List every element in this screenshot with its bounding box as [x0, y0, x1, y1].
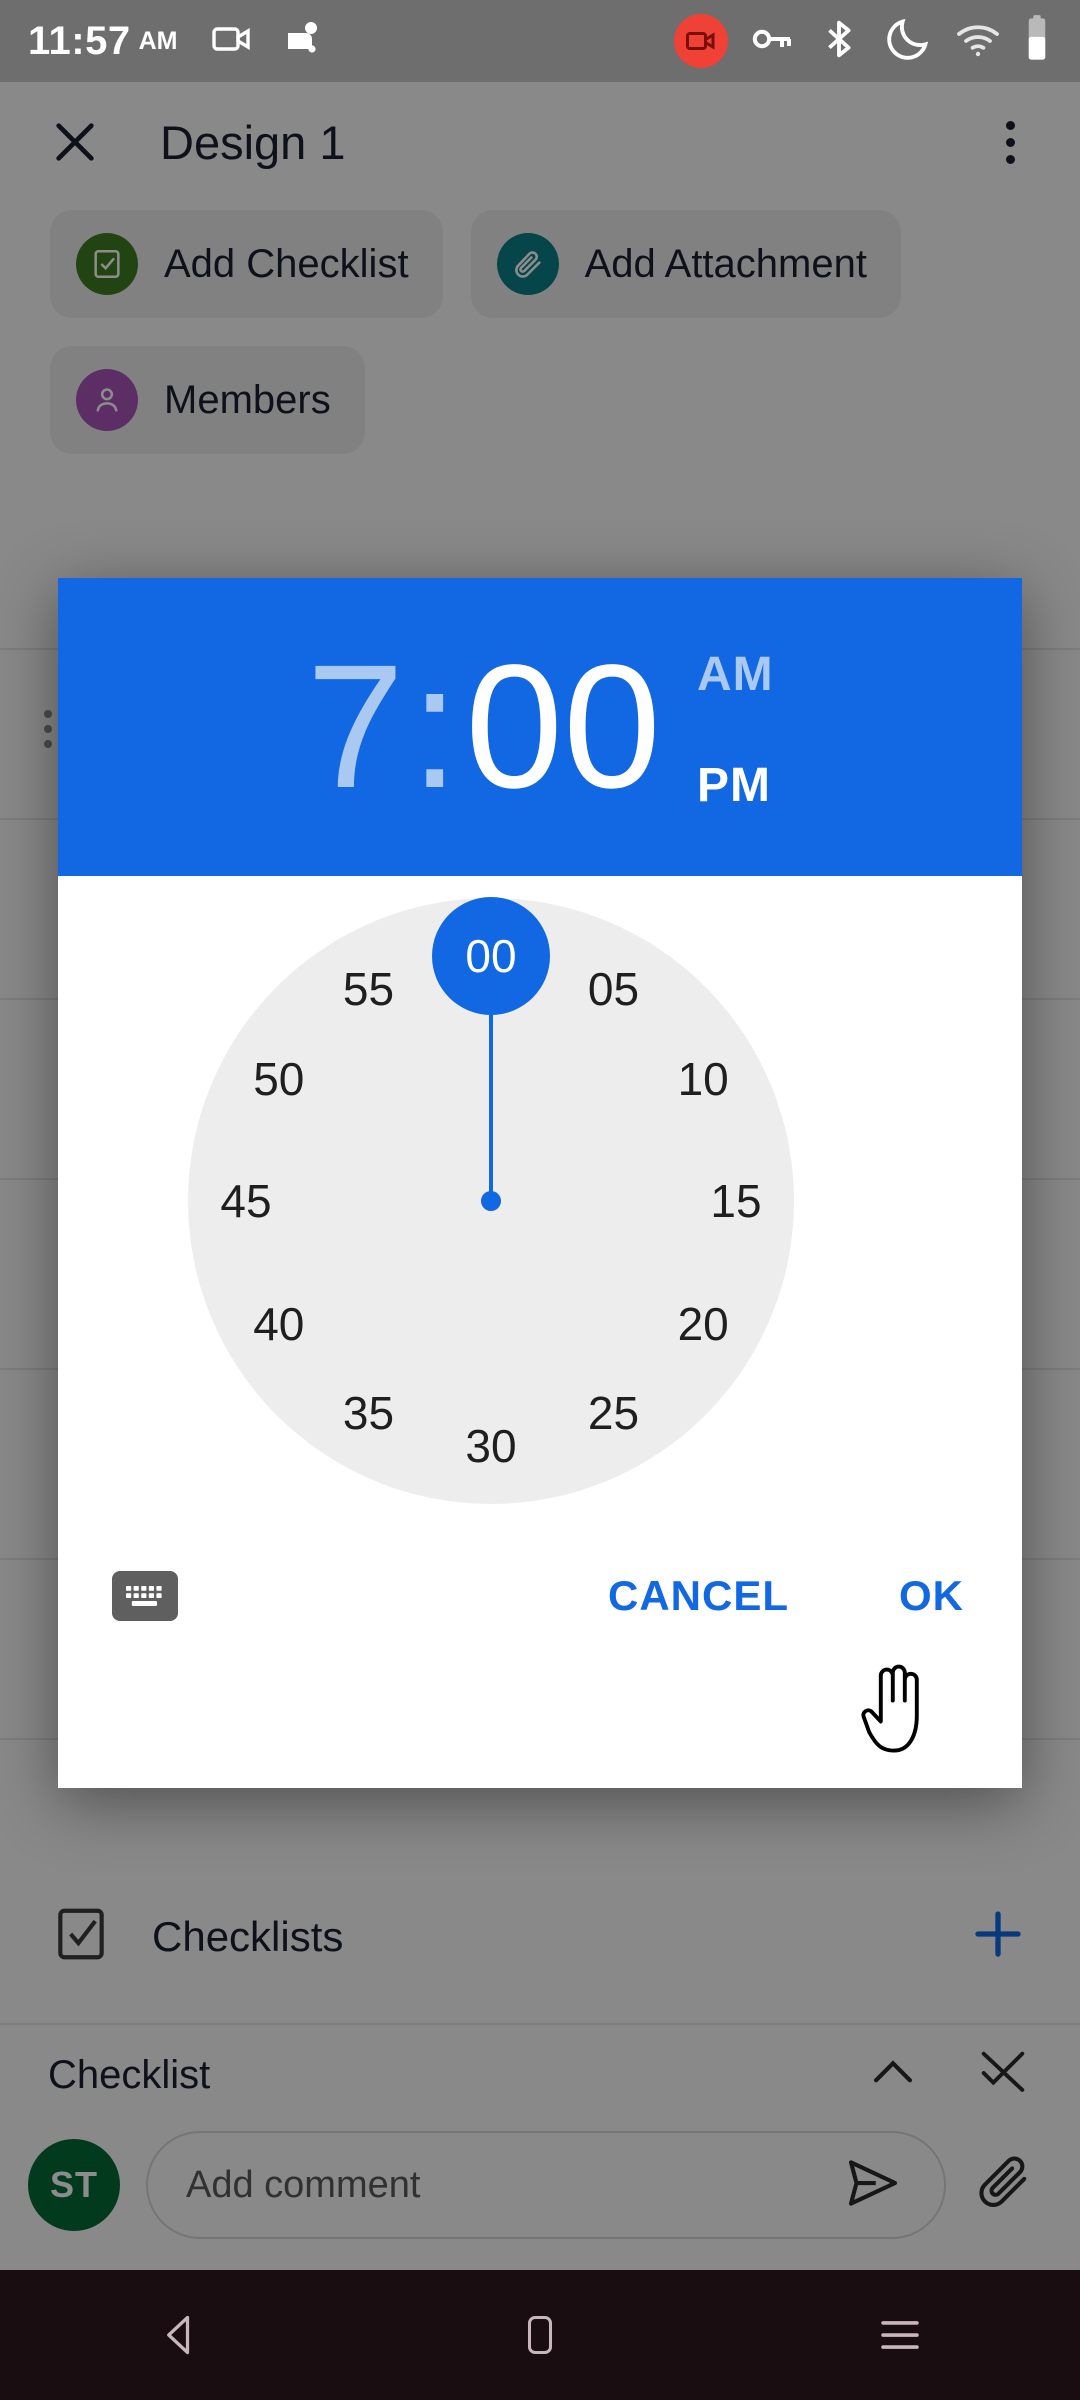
clock-tick-55[interactable]: 55 — [321, 941, 417, 1037]
key-icon — [748, 15, 796, 68]
clock-tick-25[interactable]: 25 — [566, 1365, 662, 1461]
ok-button[interactable]: OK — [899, 1572, 964, 1620]
dialog-actions: CANCEL OK — [58, 1516, 1022, 1676]
phone-screen: Design 1 Add Checklist Add Attachment Me… — [0, 0, 1080, 2400]
pm-button[interactable]: PM — [697, 758, 774, 813]
nav-back-icon[interactable] — [120, 2290, 240, 2380]
hour-field[interactable]: 7 — [306, 639, 404, 815]
status-bar-time: 11:57 — [28, 18, 131, 63]
time-picker-body: 00 05 10 15 20 25 30 35 40 45 50 55 CANC… — [58, 876, 1022, 1676]
system-navigation-bar — [0, 2270, 1080, 2400]
screen-record-badge-icon — [674, 14, 728, 68]
clock-tick-05[interactable]: 05 — [566, 941, 662, 1037]
time-picker-header: 7 : 00 AM PM — [58, 578, 1022, 876]
clock-tick-50[interactable]: 50 — [231, 1031, 327, 1127]
cancel-button[interactable]: CANCEL — [608, 1572, 789, 1620]
clock-tick-15[interactable]: 15 — [688, 1153, 784, 1249]
bluetooth-icon — [816, 16, 862, 67]
time-picker-dialog: 7 : 00 AM PM 00 05 10 15 20 25 30 35 40 45 50 55 — [58, 578, 1022, 1788]
time-display: 7 : 00 — [306, 639, 661, 815]
clock-tick-00[interactable]: 00 — [443, 908, 539, 1004]
clock-center-dot — [481, 1191, 501, 1211]
clock-tick-20[interactable]: 20 — [655, 1276, 751, 1372]
nav-recents-icon[interactable] — [840, 2290, 960, 2380]
minute-field[interactable]: 00 — [465, 639, 661, 815]
nav-home-icon[interactable] — [480, 2290, 600, 2380]
status-bar: 11:57 AM — [0, 0, 1080, 82]
wifi-icon — [954, 15, 1002, 68]
clock-tick-40[interactable]: 40 — [231, 1276, 327, 1372]
dnd-moon-icon — [882, 13, 934, 70]
clock-tick-45[interactable]: 45 — [198, 1153, 294, 1249]
android-robot-icon — [276, 15, 324, 68]
clock-tick-10[interactable]: 10 — [655, 1031, 751, 1127]
clock-hand — [489, 1015, 493, 1201]
time-separator: : — [410, 629, 460, 825]
video-camera-icon — [208, 15, 256, 68]
clock-face[interactable]: 00 05 10 15 20 25 30 35 40 45 50 55 — [188, 897, 794, 1504]
clock-tick-30[interactable]: 30 — [443, 1398, 539, 1494]
clock-tick-35[interactable]: 35 — [321, 1365, 417, 1461]
keyboard-icon[interactable] — [112, 1571, 178, 1621]
status-bar-time-suffix: AM — [138, 26, 178, 55]
am-pm-toggle: AM PM — [697, 641, 774, 813]
battery-icon — [1022, 13, 1052, 70]
am-button[interactable]: AM — [697, 647, 774, 702]
